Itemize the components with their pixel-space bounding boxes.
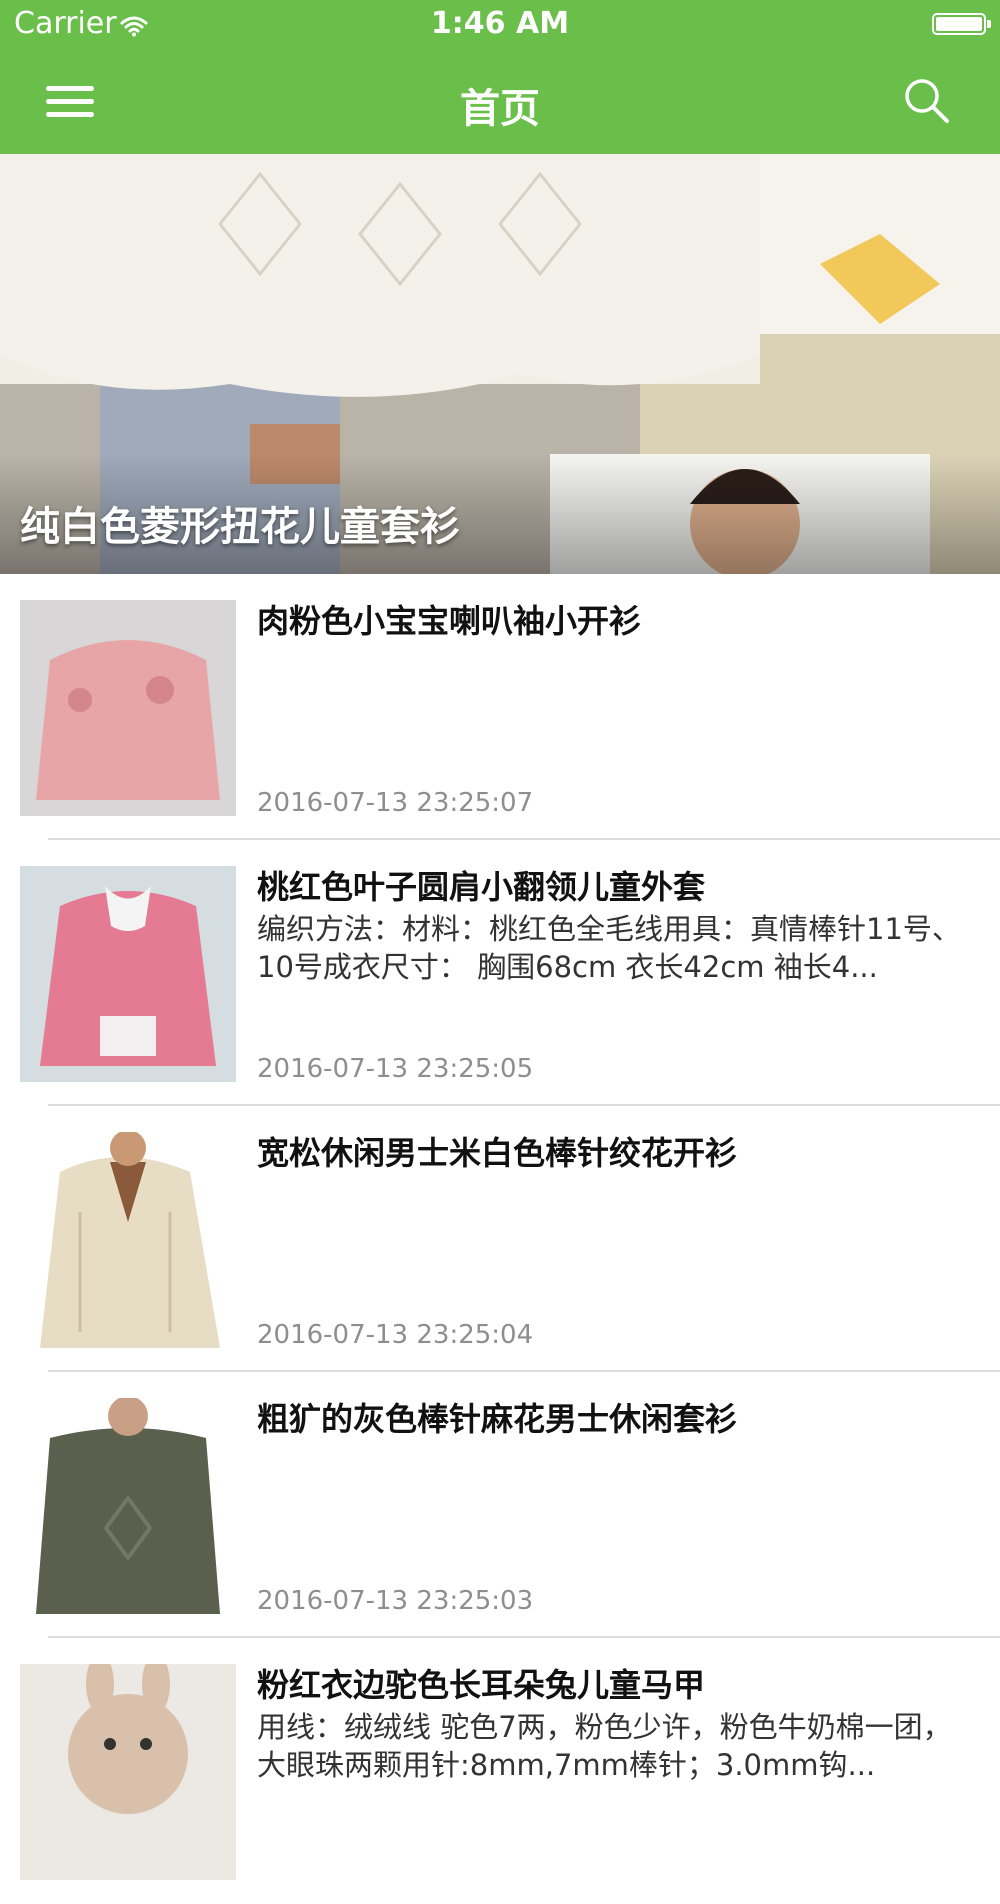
article-thumbnail [20, 600, 236, 816]
status-time: 1:46 AM [430, 6, 570, 41]
article-title: 肉粉色小宝宝喇叭袖小开衫 [257, 602, 642, 640]
article-description: 编织方法：材料：桃红色全毛线用具：真情棒针11号、10号成衣尺寸： 胸围68cm… [257, 912, 961, 984]
article-thumbnail [20, 1132, 236, 1348]
list-item[interactable]: 宽松休闲男士米白色棒针绞花开衫 2016-07-13 23:25:04 [0, 1106, 1000, 1372]
article-title: 桃红色叶子圆肩小翻领儿童外套 [257, 868, 706, 906]
article-date: 2016-07-13 23:25:03 [257, 1586, 534, 1616]
page-title: 首页 [460, 86, 540, 132]
list-item[interactable]: 粗犷的灰色棒针麻花男士休闲套衫 2016-07-13 23:25:03 [0, 1372, 1000, 1638]
list-item[interactable]: 肉粉色小宝宝喇叭袖小开衫 2016-07-13 23:25:07 [0, 574, 1000, 840]
article-thumbnail [20, 1664, 236, 1880]
status-bar: Carrier 1:46 AM [0, 0, 1000, 50]
article-description: 用线：绒绒线 驼色7两，粉色少许，粉色牛奶棉一团，大眼珠两颗用针:8mm,7mm… [257, 1710, 952, 1782]
article-description [257, 644, 977, 720]
article-date: 2016-07-13 23:25:05 [257, 1054, 534, 1084]
article-title: 粗犷的灰色棒针麻花男士休闲套衫 [257, 1400, 738, 1438]
list-item[interactable]: 粉红衣边驼色长耳朵兔儿童马甲 用线：绒绒线 驼色7两，粉色少许，粉色牛奶棉一团，… [0, 1638, 1000, 1904]
battery-level [936, 17, 982, 31]
article-description [257, 1442, 977, 1518]
article-description [257, 1176, 977, 1252]
article-title: 宽松休闲男士米白色棒针绞花开衫 [257, 1134, 738, 1172]
article-thumbnail [20, 1398, 236, 1614]
battery-icon [932, 13, 991, 35]
article-date: 2016-07-13 23:25:07 [257, 788, 534, 818]
featured-banner[interactable]: 纯白色菱形扭花儿童套衫 [0, 154, 1000, 574]
banner-caption: 纯白色菱形扭花儿童套衫 [20, 504, 460, 550]
article-date: 2016-07-13 23:25:04 [257, 1320, 534, 1350]
list-item[interactable]: 桃红色叶子圆肩小翻领儿童外套 编织方法：材料：桃红色全毛线用具：真情棒针11号、… [0, 840, 1000, 1106]
search-icon[interactable] [902, 76, 952, 126]
battery-tip [987, 20, 991, 28]
article-title: 粉红衣边驼色长耳朵兔儿童马甲 [257, 1666, 706, 1704]
article-thumbnail [20, 866, 236, 1082]
navigation-bar: 首页 [0, 50, 1000, 154]
